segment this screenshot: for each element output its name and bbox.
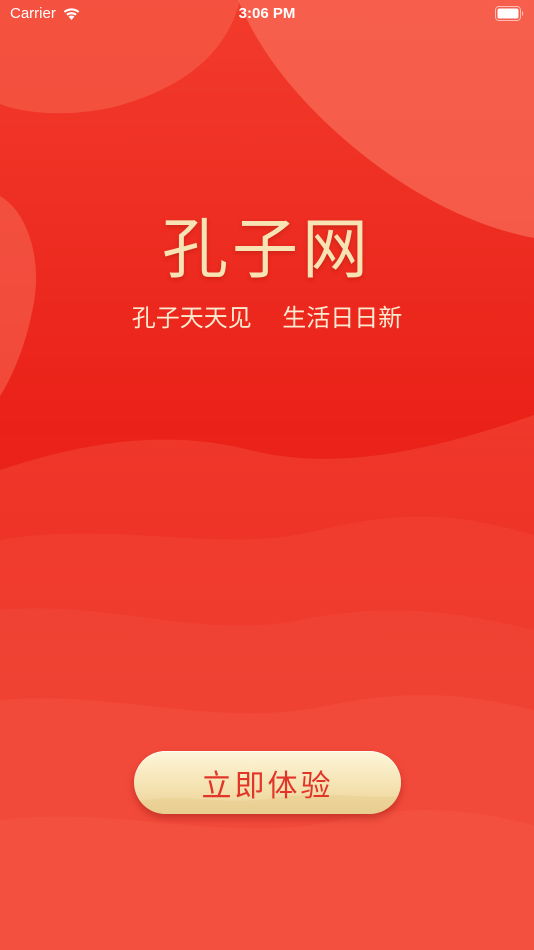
try-now-button[interactable]: 立即体验	[134, 751, 401, 814]
battery-icon	[495, 6, 524, 21]
app-slogan: 孔子天天见 生活日日新	[131, 304, 403, 332]
try-now-label: 立即体验	[201, 768, 334, 804]
status-bar: Carrier 3:06 PM	[0, 0, 534, 28]
status-time: 3:06 PM	[238, 5, 296, 22]
app-title: 孔子网	[162, 211, 372, 288]
